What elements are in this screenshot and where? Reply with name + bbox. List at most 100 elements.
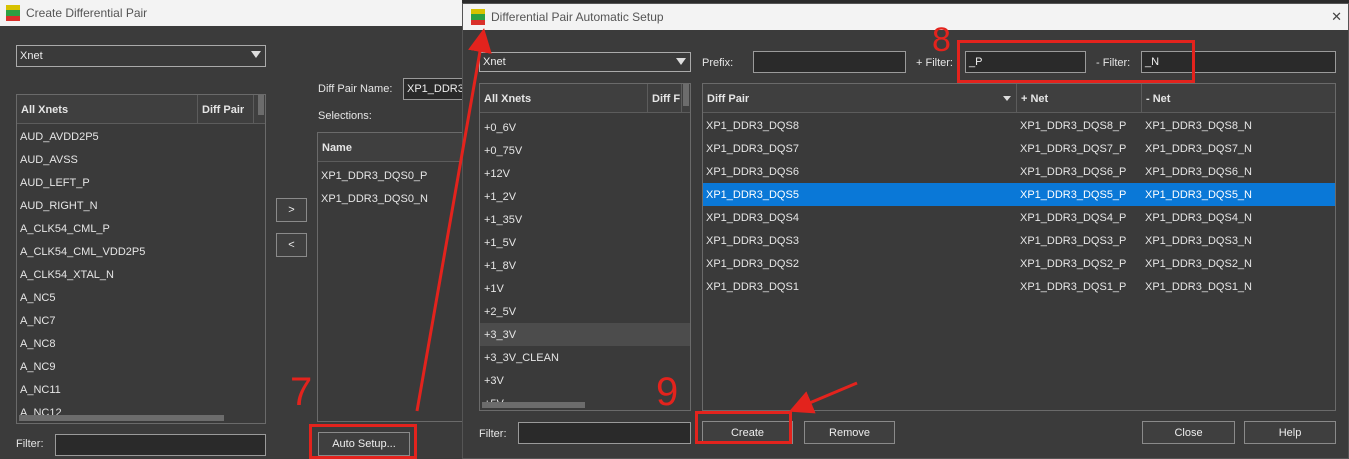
remove-button[interactable]: Remove xyxy=(804,421,895,444)
net-type-dropdown[interactable]: Xnet xyxy=(479,52,691,72)
title-bar: Differential Pair Automatic Setup ✕ xyxy=(463,4,1348,30)
auto-setup-window: Differential Pair Automatic Setup ✕ Xnet… xyxy=(462,3,1349,459)
add-button[interactable]: > xyxy=(276,198,307,222)
create-diff-pair-window: Create Differential Pair Xnet All Xnets … xyxy=(0,0,462,459)
cell-minus-net: XP1_DDR3_DQS7_N xyxy=(1145,142,1252,155)
close-button[interactable]: Close xyxy=(1142,421,1235,444)
window-title: Create Differential Pair xyxy=(26,6,148,20)
list-item[interactable]: A_NC9 xyxy=(17,355,265,378)
list-item[interactable]: +1_35V xyxy=(480,208,690,231)
list-item[interactable]: +0_75V xyxy=(480,139,690,162)
highlight-create xyxy=(695,411,792,444)
list-item[interactable]: +1_8V xyxy=(480,254,690,277)
column-header-minus-net[interactable]: - Net xyxy=(1142,84,1335,113)
filter-input[interactable] xyxy=(518,422,691,444)
list-item[interactable]: A_NC8 xyxy=(17,332,265,355)
cell-minus-net: XP1_DDR3_DQS6_N xyxy=(1145,165,1252,178)
table-row[interactable]: XP1_DDR3_DQS8 XP1_DDR3_DQS8_P XP1_DDR3_DQS… xyxy=(703,114,1335,137)
list-item[interactable]: A_NC5 xyxy=(17,286,265,309)
cell-plus-net: XP1_DDR3_DQS3_P xyxy=(1020,234,1127,247)
list-item[interactable]: +1_2V xyxy=(480,185,690,208)
title-bar: Create Differential Pair xyxy=(0,0,462,26)
cell-diff-pair: XP1_DDR3_DQS8 xyxy=(706,119,799,132)
step-7-label: 7 xyxy=(290,370,313,414)
diff-pair-name-input[interactable]: XP1_DDR3_ xyxy=(403,78,462,100)
net-type-value: Xnet xyxy=(483,56,506,68)
help-button[interactable]: Help xyxy=(1244,421,1336,444)
list-item[interactable]: AUD_LEFT_P xyxy=(17,171,265,194)
column-header-diff-pair[interactable]: Diff Pair xyxy=(198,95,254,124)
table-row[interactable]: XP1_DDR3_DQS4 XP1_DDR3_DQS4_P XP1_DDR3_DQS… xyxy=(703,206,1335,229)
list-item[interactable]: +3_3V xyxy=(480,323,690,346)
column-header-plus-net[interactable]: + Net xyxy=(1017,84,1142,113)
column-header-all-xnets[interactable]: All Xnets xyxy=(17,95,198,124)
list-item[interactable]: +1V xyxy=(480,277,690,300)
list-item[interactable]: AUD_RIGHT_N xyxy=(17,194,265,217)
cell-minus-net: XP1_DDR3_DQS3_N xyxy=(1145,234,1252,247)
cell-plus-net: XP1_DDR3_DQS8_P xyxy=(1020,119,1127,132)
app-icon xyxy=(6,5,20,21)
cell-minus-net: XP1_DDR3_DQS5_N xyxy=(1145,188,1252,201)
table-row[interactable]: XP1_DDR3_DQS1 XP1_DDR3_DQS1_P XP1_DDR3_DQS… xyxy=(703,275,1335,298)
step-9-label: 9 xyxy=(656,370,679,414)
list-item[interactable]: AUD_AVDD2P5 xyxy=(17,125,265,148)
list-item[interactable]: A_NC7 xyxy=(17,309,265,332)
sort-down-icon xyxy=(1003,96,1011,101)
list-item[interactable]: A_CLK54_CML_P xyxy=(17,217,265,240)
cell-plus-net: XP1_DDR3_DQS4_P xyxy=(1020,211,1127,224)
list-item[interactable]: +3_3V_CLEAN xyxy=(480,346,690,369)
vertical-scrollbar[interactable] xyxy=(258,95,264,115)
list-header: All Xnets Diff Pair xyxy=(17,95,265,124)
cell-minus-net: XP1_DDR3_DQS2_N xyxy=(1145,257,1252,270)
list-header: All Xnets Diff F xyxy=(480,84,690,113)
list-item[interactable]: A_CLK54_CML_VDD2P5 xyxy=(17,240,265,263)
prefix-input[interactable] xyxy=(753,51,906,73)
list-item[interactable]: +12V xyxy=(480,162,690,185)
filter-label: Filter: xyxy=(479,428,507,440)
table-row[interactable]: XP1_DDR3_DQS5 XP1_DDR3_DQS5_P XP1_DDR3_DQS… xyxy=(703,183,1335,206)
selection-item[interactable]: XP1_DDR3_DQS0_P xyxy=(318,164,462,187)
cell-minus-net: XP1_DDR3_DQS8_N xyxy=(1145,119,1252,132)
table-row[interactable]: XP1_DDR3_DQS2 XP1_DDR3_DQS2_P XP1_DDR3_DQS… xyxy=(703,252,1335,275)
list-item[interactable]: AUD_AVSS xyxy=(17,148,265,171)
vertical-scrollbar[interactable] xyxy=(683,84,689,106)
all-xnets-list[interactable]: All Xnets Diff F +0_6V +0_75V +12V +1_2V +1_… xyxy=(479,83,691,411)
table-row[interactable]: XP1_DDR3_DQS7 XP1_DDR3_DQS7_P XP1_DDR3_DQS… xyxy=(703,137,1335,160)
selection-item[interactable]: XP1_DDR3_DQS0_N xyxy=(318,187,462,210)
step-8-label: 8 xyxy=(932,21,951,59)
remove-button[interactable]: < xyxy=(276,233,307,257)
column-header-all-xnets[interactable]: All Xnets xyxy=(480,84,648,113)
cell-plus-net: XP1_DDR3_DQS7_P xyxy=(1020,142,1127,155)
cell-diff-pair: XP1_DDR3_DQS5 xyxy=(706,188,799,201)
all-xnets-list[interactable]: All Xnets Diff Pair AUD_AVDD2P5 AUD_AVSS A… xyxy=(16,94,266,424)
horizontal-scrollbar[interactable] xyxy=(482,402,585,408)
cell-diff-pair: XP1_DDR3_DQS6 xyxy=(706,165,799,178)
list-item[interactable]: +0_6V xyxy=(480,116,690,139)
window-title: Differential Pair Automatic Setup xyxy=(491,10,664,24)
close-icon[interactable]: ✕ xyxy=(1331,9,1342,25)
column-header-diff-pair[interactable]: Diff F xyxy=(648,84,682,113)
filter-label: Filter: xyxy=(16,438,44,450)
horizontal-scrollbar[interactable] xyxy=(19,415,224,421)
column-header-name[interactable]: Name xyxy=(318,133,462,162)
table-row[interactable]: XP1_DDR3_DQS3 XP1_DDR3_DQS3_P XP1_DDR3_DQS… xyxy=(703,229,1335,252)
cell-diff-pair: XP1_DDR3_DQS3 xyxy=(706,234,799,247)
diff-pair-name-label: Diff Pair Name: xyxy=(318,83,393,95)
app-icon xyxy=(471,9,485,25)
list-item[interactable]: +2_5V xyxy=(480,300,690,323)
table-row[interactable]: XP1_DDR3_DQS6 XP1_DDR3_DQS6_P XP1_DDR3_DQS… xyxy=(703,160,1335,183)
highlight-auto-setup xyxy=(309,424,417,459)
list-item[interactable]: A_NC11 xyxy=(17,378,265,401)
selections-label: Selections: xyxy=(318,110,372,122)
net-type-dropdown[interactable]: Xnet xyxy=(16,45,266,67)
cell-plus-net: XP1_DDR3_DQS1_P xyxy=(1020,280,1127,293)
diff-pair-table[interactable]: Diff Pair + Net - Net XP1_DDR3_DQS8 XP1_D… xyxy=(702,83,1336,411)
list-item[interactable]: A_CLK54_XTAL_N xyxy=(17,263,265,286)
selections-list[interactable]: Name XP1_DDR3_DQS0_P XP1_DDR3_DQS0_N xyxy=(317,132,462,422)
net-type-value: Xnet xyxy=(20,50,43,62)
chevron-down-icon xyxy=(676,58,686,65)
filter-input[interactable] xyxy=(55,434,266,456)
list-item[interactable]: +1_5V xyxy=(480,231,690,254)
column-header-diff-pair[interactable]: Diff Pair xyxy=(703,84,1017,113)
highlight-filters xyxy=(957,40,1195,83)
